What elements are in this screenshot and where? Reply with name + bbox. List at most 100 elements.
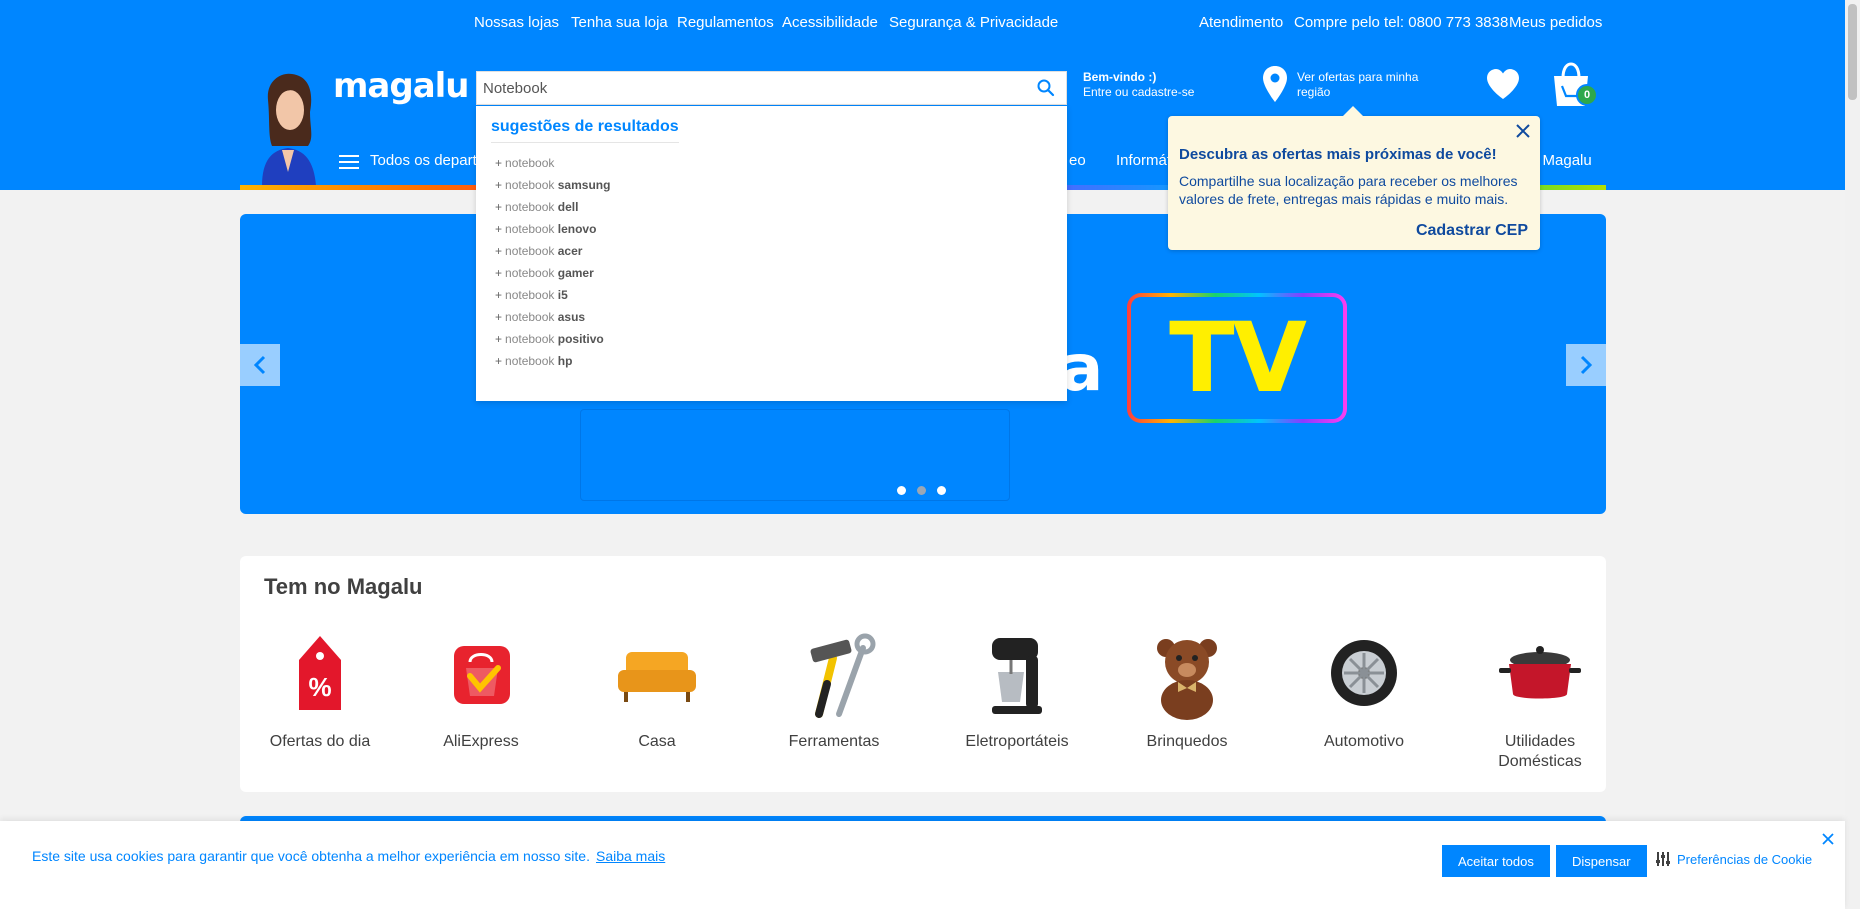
tire-icon (1331, 640, 1397, 706)
suggestion-item[interactable]: + notebook acer (495, 240, 610, 262)
carousel-prev-button[interactable] (240, 344, 280, 386)
carousel-dot[interactable] (897, 486, 906, 495)
magalu-logo[interactable]: magalu (333, 66, 470, 106)
suggestion-term: hp (557, 354, 573, 368)
search-input[interactable] (483, 72, 1023, 104)
nav-item-informatica[interactable]: Informát (1116, 152, 1171, 169)
category-utilidades-domesticas[interactable]: Utilidades Domésticas (1465, 630, 1615, 772)
plus-icon: + (495, 332, 503, 346)
category-casa[interactable]: Casa (582, 630, 732, 752)
carousel-dots (897, 486, 946, 495)
topbar-link-meus-pedidos[interactable]: Meus pedidos (1509, 14, 1602, 31)
suggestion-item[interactable]: + notebook gamer (495, 262, 610, 284)
close-icon[interactable] (1820, 831, 1836, 847)
topbar-link-regulamentos[interactable]: Regulamentos (677, 14, 774, 31)
category-label: Casa (638, 733, 676, 750)
popover-title: Descubra as ofertas mais próximas de voc… (1179, 146, 1497, 163)
suggestion-base: notebook (505, 244, 555, 258)
suggestions-title: sugestões de resultados (491, 118, 679, 143)
cookie-preferences-link[interactable]: Preferências de Cookie (1655, 851, 1812, 867)
topbar-link-phone[interactable]: Compre pelo tel: 0800 773 3838 (1294, 14, 1508, 31)
topbar-link-nossas-lojas[interactable]: Nossas lojas (474, 14, 559, 31)
nav-all-departments[interactable]: Todos os departa (370, 152, 485, 169)
suggestion-term: dell (557, 200, 579, 214)
suggestion-item[interactable]: + notebook hp (495, 350, 610, 372)
topbar-link-seguranca[interactable]: Segurança & Privacidade (889, 14, 1058, 31)
location-pin-icon[interactable] (1262, 65, 1288, 103)
search-icon[interactable] (1036, 78, 1056, 98)
suggestion-term: lenovo (557, 222, 597, 236)
category-label: AliExpress (443, 733, 519, 750)
dismiss-cookies-button[interactable]: Dispensar (1556, 845, 1647, 877)
suggestion-base: notebook (505, 200, 555, 214)
plus-icon: + (495, 310, 503, 324)
cookie-learn-more-link[interactable]: Saiba mais (596, 848, 665, 864)
category-label: Ofertas do dia (269, 733, 371, 750)
scrollbar-thumb[interactable] (1848, 4, 1857, 100)
suggestion-term: acer (557, 244, 583, 258)
sliders-icon (1656, 852, 1670, 866)
teddy-bear-icon (1157, 639, 1217, 720)
vertical-scrollbar[interactable] (1845, 0, 1860, 909)
cookie-message: Este site usa cookies para garantir que … (32, 848, 665, 864)
suggestion-base: notebook (505, 266, 555, 280)
category-eletroportateis[interactable]: Eletroportáteis (942, 630, 1092, 752)
suggestion-base: notebook (505, 178, 555, 192)
suggestions-list: + notebook + notebook samsung + notebook dell… (495, 152, 610, 372)
cart-count-badge: 0 (1576, 84, 1598, 106)
suggestion-term: samsung (557, 178, 611, 192)
topbar-link-tenha-sua-loja[interactable]: Tenha sua loja (571, 14, 668, 31)
suggestion-term: asus (557, 310, 586, 324)
lu-avatar (262, 73, 316, 186)
suggestion-base: notebook (505, 288, 555, 302)
svg-text:%: % (308, 672, 331, 702)
register-cep-button[interactable]: Cadastrar CEP (1416, 222, 1528, 240)
location-popover: Descubra as ofertas mais próximas de voc… (1168, 106, 1540, 250)
login-link[interactable]: Bem-vindo :) Entre ou cadastre-se (1083, 70, 1194, 100)
hamburger-menu-icon[interactable] (339, 154, 359, 170)
carousel-dot-active[interactable] (917, 486, 926, 495)
offer-tag-icon: % (299, 636, 341, 710)
tools-icon (810, 633, 876, 718)
chevron-right-icon (1580, 355, 1593, 375)
suggestion-item[interactable]: + notebook i5 (495, 284, 610, 306)
heart-icon[interactable] (1485, 68, 1521, 100)
popover-text: Compartilhe sua localização para receber… (1179, 173, 1518, 207)
suggestion-item[interactable]: + notebook samsung (495, 174, 610, 196)
topbar-link-atendimento[interactable]: Atendimento (1199, 14, 1283, 31)
plus-icon: + (495, 266, 503, 280)
suggestion-term: positivo (557, 332, 604, 346)
category-automotivo[interactable]: Automotivo (1289, 630, 1439, 752)
cookie-text: Este site usa cookies para garantir que … (32, 848, 590, 864)
search-box (476, 71, 1067, 105)
mixer-icon (992, 638, 1042, 714)
carousel-dot[interactable] (937, 486, 946, 495)
category-ferramentas[interactable]: Ferramentas (759, 630, 909, 752)
suggestion-item[interactable]: + notebook (495, 152, 610, 174)
category-label: Ferramentas (788, 733, 880, 750)
suggestion-term: gamer (557, 266, 594, 280)
category-ofertas-do-dia[interactable]: % Ofertas do dia (245, 630, 395, 752)
accept-all-cookies-button[interactable]: Aceitar todos (1442, 845, 1550, 877)
section-title: Tem no Magalu (264, 574, 423, 599)
plus-icon: + (495, 354, 503, 368)
topbar-link-acessibilidade[interactable]: Acessibilidade (782, 14, 878, 31)
chevron-left-icon (253, 355, 266, 375)
suggestion-base: notebook (505, 310, 555, 324)
nav-item-partial[interactable]: eo (1069, 152, 1086, 169)
category-label: Automotivo (1323, 733, 1405, 750)
suggestion-base: notebook (505, 354, 555, 368)
close-icon[interactable] (1514, 122, 1532, 140)
suggestion-item[interactable]: + notebook asus (495, 306, 610, 328)
suggestion-item[interactable]: + notebook dell (495, 196, 610, 218)
category-aliexpress[interactable]: AliExpress (406, 630, 556, 752)
region-offers-link[interactable]: Ver ofertas para minha região (1297, 70, 1437, 100)
suggestion-item[interactable]: + notebook lenovo (495, 218, 610, 240)
carousel-next-button[interactable] (1566, 344, 1606, 386)
category-brinquedos[interactable]: Brinquedos (1112, 630, 1262, 752)
suggestion-item[interactable]: + notebook positivo (495, 328, 610, 350)
plus-icon: + (495, 288, 503, 302)
category-label: Brinquedos (1146, 733, 1228, 750)
cookie-banner: Este site usa cookies para garantir que … (0, 821, 1845, 909)
plus-icon: + (495, 244, 503, 258)
